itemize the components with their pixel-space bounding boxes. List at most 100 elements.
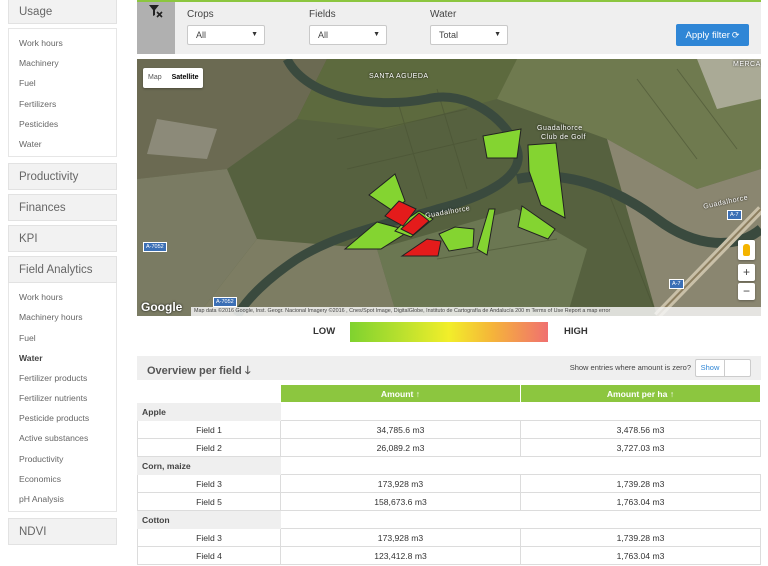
overview-header: Overview per field 🡓 Show entries where … xyxy=(137,356,761,380)
sidebar-item-water[interactable]: Water xyxy=(9,134,116,154)
field-analytics-submenu: Work hours Machinery hours Fuel Water Fe… xyxy=(8,283,117,513)
sidebar-item-work-hours[interactable]: Work hours xyxy=(9,33,116,53)
table-row: Field 4 123,412.8 m3 1,763.04 m3 xyxy=(137,546,761,565)
group-row: Corn, maize xyxy=(137,456,761,475)
sidebar-item-machinery[interactable]: Machinery xyxy=(9,53,116,73)
show-toggle-label: Show xyxy=(696,360,725,376)
amount-cell: 123,412.8 m3 xyxy=(280,546,521,565)
map-label-merca: MERCA xyxy=(733,61,761,68)
amount-per-ha-cell: 1,739.28 m3 xyxy=(520,528,761,547)
table-row: Field 1 34,785.6 m3 3,478.56 m3 xyxy=(137,420,761,439)
amount-per-ha-cell: 3,727.03 m3 xyxy=(520,438,761,457)
water-value: Total xyxy=(439,30,459,40)
crops-select[interactable]: All ▼ xyxy=(187,25,265,45)
fields-label: Fields xyxy=(309,9,336,20)
zoom-out-button[interactable]: − xyxy=(738,283,755,300)
sidebar-item-fa-ph-analysis[interactable]: pH Analysis xyxy=(9,489,116,509)
zero-entries-label: Show entries where amount is zero? xyxy=(569,363,691,372)
group-row: Cotton xyxy=(137,510,761,529)
sidebar-section-usage[interactable]: Usage xyxy=(8,0,117,24)
table-row: Field 5 158,673.6 m3 1,763.04 m3 xyxy=(137,492,761,511)
crop-name: Corn, maize xyxy=(137,456,281,475)
sidebar-item-fa-fertilizer-nutrients[interactable]: Fertilizer nutrients xyxy=(9,388,116,408)
legend-low-label: LOW xyxy=(313,326,336,337)
field-name: Field 3 xyxy=(137,528,281,547)
crops-value: All xyxy=(196,30,207,40)
sidebar-section-kpi[interactable]: KPI xyxy=(8,225,117,253)
sidebar-item-fa-fertilizer-products[interactable]: Fertilizer products xyxy=(9,368,116,388)
sidebar-item-pesticides[interactable]: Pesticides xyxy=(9,114,116,134)
water-label: Water xyxy=(430,9,457,20)
crops-label: Crops xyxy=(187,9,214,20)
apply-filter-button[interactable]: Apply filter ⟳ xyxy=(676,24,749,46)
show-zero-toggle[interactable]: Show xyxy=(695,359,751,377)
field-name: Field 4 xyxy=(137,546,281,565)
sidebar-item-fertilizers[interactable]: Fertilizers xyxy=(9,94,116,114)
fields-select[interactable]: All ▼ xyxy=(309,25,387,45)
water-select[interactable]: Total ▼ xyxy=(430,25,508,45)
clear-filter-button[interactable] xyxy=(137,2,175,54)
satellite-map[interactable]: SANTA AGUEDA Guadalhorce Guadalhorce Clu… xyxy=(137,59,761,316)
map-type-switch: Map Satellite xyxy=(143,68,204,88)
road-badge-a7052-left: A-7052 xyxy=(143,242,167,252)
sidebar-item-fa-active-substances[interactable]: Active substances xyxy=(9,428,116,448)
sidebar-item-fa-work-hours[interactable]: Work hours xyxy=(9,287,116,307)
legend-gradient-bar xyxy=(350,322,548,342)
header-amount-per-ha[interactable]: Amount per ha ↑ xyxy=(520,384,761,403)
sidebar-item-fa-economics[interactable]: Economics xyxy=(9,469,116,489)
crops-filter: Crops All ▼ xyxy=(187,9,265,45)
group-filler xyxy=(280,510,761,529)
road-badge-a7052-bottom: A-7052 xyxy=(213,297,237,307)
map-tab[interactable]: Map xyxy=(143,68,167,88)
street-view-pegman[interactable] xyxy=(738,240,755,260)
table-row: Field 3 173,928 m3 1,739.28 m3 xyxy=(137,528,761,547)
sidebar-section-ndvi[interactable]: NDVI xyxy=(8,518,117,546)
amount-cell: 173,928 m3 xyxy=(280,528,521,547)
amount-cell: 26,089.2 m3 xyxy=(280,438,521,457)
group-filler xyxy=(280,402,761,421)
color-legend: LOW HIGH xyxy=(137,322,761,342)
google-logo: Google xyxy=(141,300,183,314)
table-header-row: Amount ↑ Amount per ha ↑ xyxy=(137,384,761,403)
water-filter: Water Total ▼ xyxy=(430,9,508,45)
overview-title-text: Overview per field xyxy=(147,365,242,377)
sidebar-section-productivity[interactable]: Productivity xyxy=(8,163,117,191)
apply-filter-label: Apply filter xyxy=(685,30,730,41)
amount-cell: 158,673.6 m3 xyxy=(280,492,521,511)
field-name: Field 3 xyxy=(137,474,281,493)
overview-title[interactable]: Overview per field 🡓 xyxy=(147,362,251,381)
field-name: Field 2 xyxy=(137,438,281,457)
sidebar-item-fa-pesticide-products[interactable]: Pesticide products xyxy=(9,408,116,428)
chevron-down-icon: ▼ xyxy=(373,31,380,38)
usage-submenu: Work hours Machinery Fuel Fertilizers Pe… xyxy=(8,28,117,158)
header-amount[interactable]: Amount ↑ xyxy=(280,384,521,403)
arrow-down-icon: 🡓 xyxy=(244,365,251,377)
legend-high-label: HIGH xyxy=(564,326,588,337)
satellite-tab[interactable]: Satellite xyxy=(167,68,204,88)
table-row: Field 2 26,089.2 m3 3,727.03 m3 xyxy=(137,438,761,457)
sidebar-item-fa-water[interactable]: Water xyxy=(9,348,116,368)
sidebar-item-fa-fuel[interactable]: Fuel xyxy=(9,328,116,348)
amount-per-ha-cell: 1,739.28 m3 xyxy=(520,474,761,493)
table-row: Field 3 173,928 m3 1,739.28 m3 xyxy=(137,474,761,493)
amount-per-ha-cell: 1,763.04 m3 xyxy=(520,546,761,565)
crop-name: Cotton xyxy=(137,510,281,529)
map-label-santa-agueda: SANTA AGUEDA xyxy=(369,73,429,80)
sidebar-item-fa-machinery-hours[interactable]: Machinery hours xyxy=(9,307,116,327)
map-label-club-de-golf: Club de Golf xyxy=(541,134,586,141)
amount-per-ha-cell: 3,478.56 m3 xyxy=(520,420,761,439)
group-row: Apple xyxy=(137,402,761,421)
road-badge-a7-top: A-7 xyxy=(727,210,742,220)
header-blank xyxy=(137,384,281,403)
sidebar-section-finances[interactable]: Finances xyxy=(8,194,117,222)
road-badge-a7-bottom: A-7 xyxy=(669,279,684,289)
sidebar-item-fa-productivity[interactable]: Productivity xyxy=(9,449,116,469)
sidebar-item-fuel[interactable]: Fuel xyxy=(9,73,116,93)
filter-clear-icon xyxy=(149,5,163,18)
chevron-down-icon: ▼ xyxy=(494,31,501,38)
group-filler xyxy=(280,456,761,475)
sidebar-section-field-analytics[interactable]: Field Analytics xyxy=(8,256,117,284)
filter-bar: Crops All ▼ Fields All ▼ Water Total ▼ Appl… xyxy=(137,0,761,54)
zoom-in-button[interactable]: + xyxy=(738,264,755,281)
map-imagery xyxy=(137,59,761,316)
